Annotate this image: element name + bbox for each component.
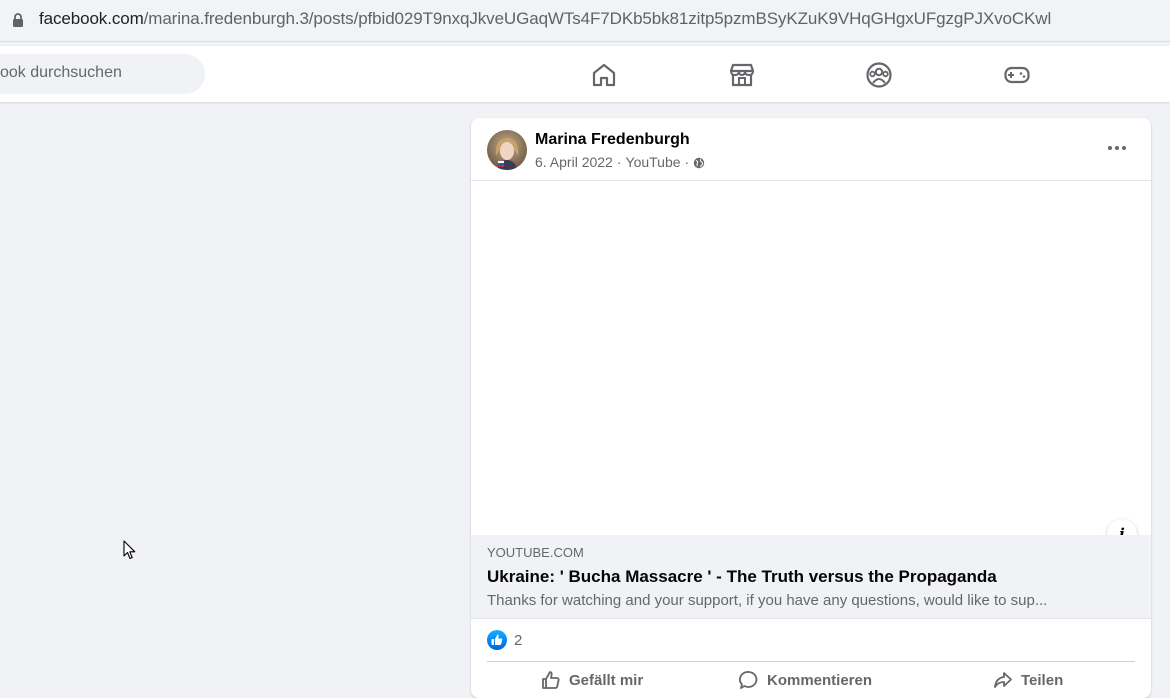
- post-card: Marina Fredenburgh 6. April 2022 · YouTu…: [471, 118, 1151, 698]
- share-button-label: Teilen: [1021, 671, 1064, 689]
- top-navigation: ook durchsuchen: [0, 46, 1170, 102]
- url-path: /marina.fredenburgh.3/posts/pfbid029T9nx…: [143, 9, 1052, 28]
- globe-icon: [694, 157, 705, 169]
- url-text[interactable]: facebook.com/marina.fredenburgh.3/posts/…: [39, 9, 1051, 29]
- post-source: YouTube: [625, 154, 681, 170]
- post-date[interactable]: 6. April 2022: [535, 154, 613, 170]
- comment-button[interactable]: Kommentieren: [739, 670, 872, 690]
- home-icon[interactable]: [590, 61, 618, 89]
- author-name[interactable]: Marina Fredenburgh: [535, 131, 690, 149]
- mouse-cursor-icon: [123, 540, 136, 560]
- search-placeholder: ook durchsuchen: [0, 64, 122, 81]
- post-meta: 6. April 2022 · YouTube ·: [535, 154, 705, 170]
- like-button-label: Gefällt mir: [569, 671, 644, 689]
- groups-icon[interactable]: [865, 61, 893, 89]
- share-button[interactable]: Teilen: [993, 670, 1063, 690]
- url-host: facebook.com: [39, 9, 144, 28]
- meta-separator: ·: [616, 154, 622, 170]
- comment-icon: [739, 671, 758, 689]
- lock-icon: [13, 13, 23, 27]
- link-description: Thanks for watching and your support, if…: [487, 592, 1048, 609]
- link-title: Ukraine: ' Bucha Massacre ' - The Truth …: [487, 567, 997, 586]
- reactions-summary[interactable]: 2: [487, 630, 522, 650]
- link-domain: YOUTUBE.COM: [487, 545, 584, 560]
- like-button[interactable]: Gefällt mir: [541, 670, 643, 690]
- actions-divider: [487, 661, 1135, 662]
- reaction-count: 2: [514, 631, 523, 649]
- search-input[interactable]: ook durchsuchen: [0, 54, 205, 94]
- author-avatar[interactable]: [487, 130, 527, 170]
- like-outline-icon: [542, 671, 560, 689]
- marketplace-icon[interactable]: [728, 61, 756, 89]
- browser-address-bar[interactable]: facebook.com/marina.fredenburgh.3/posts/…: [0, 0, 1170, 42]
- like-icon: [487, 630, 507, 650]
- link-preview[interactable]: YOUTUBE.COM Ukraine: ' Bucha Massacre ' …: [471, 535, 1151, 619]
- gaming-icon[interactable]: [1003, 61, 1031, 89]
- more-options-icon[interactable]: [1103, 136, 1131, 160]
- video-embed[interactable]: [471, 181, 1151, 535]
- meta-separator-2: ·: [684, 154, 690, 170]
- share-icon: [994, 672, 1012, 688]
- comment-button-label: Kommentieren: [767, 671, 873, 689]
